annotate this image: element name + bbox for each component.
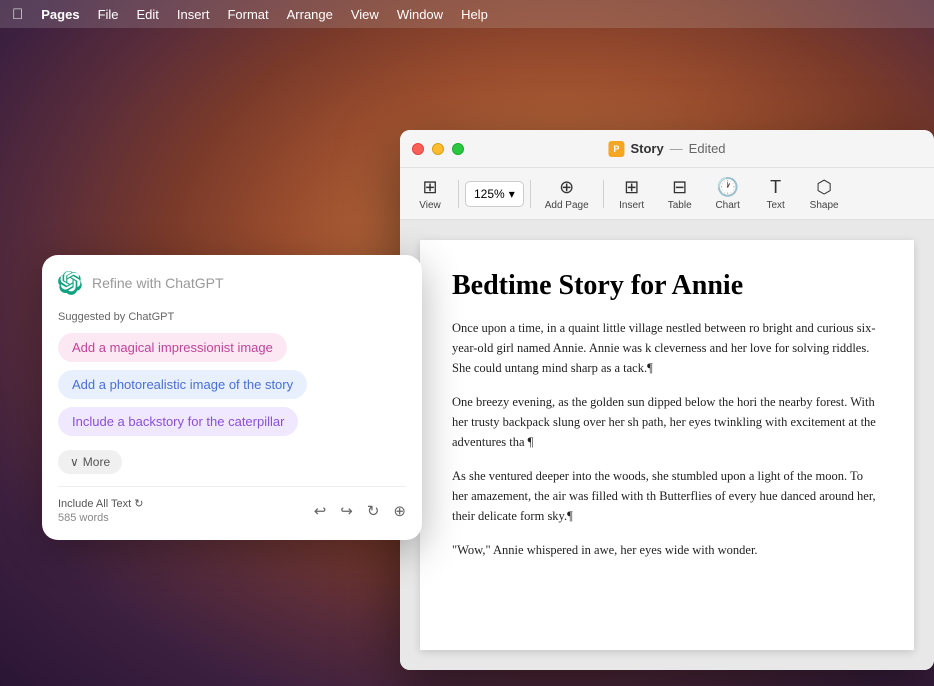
edited-status: Edited: [689, 141, 726, 156]
table-button[interactable]: ⊟ Table: [658, 173, 702, 215]
table-icon: ⊟: [672, 177, 687, 198]
zoom-button[interactable]: 125% ▾: [465, 181, 524, 207]
more-suggestions-button[interactable]: ∨ More: [58, 450, 122, 474]
toolbar-divider-3: [603, 180, 604, 208]
include-all-text[interactable]: Include All Text ↻: [58, 497, 143, 510]
window-titlebar: P Story — Edited: [400, 130, 934, 168]
suggestion-pill-3[interactable]: Include a backstory for the caterpillar: [58, 407, 298, 436]
chevron-down-icon: ∨: [70, 455, 79, 469]
menubar-format[interactable]: Format: [227, 7, 268, 22]
add-page-icon: ⊕: [559, 177, 574, 198]
window-title: P Story — Edited: [608, 141, 725, 157]
maximize-button[interactable]: [452, 143, 464, 155]
add-page-label: Add Page: [545, 200, 589, 211]
refresh-icon[interactable]: ↻: [367, 502, 380, 520]
paragraph-3: As she ventured deeper into the woods, s…: [452, 466, 882, 526]
chart-button[interactable]: 🕐 Chart: [706, 173, 750, 215]
zoom-value: 125%: [474, 187, 505, 201]
apple-menu-icon[interactable]: : [12, 6, 23, 23]
document-heading: Bedtime Story for Annie: [452, 270, 882, 302]
toolbar: ⊞ View 125% ▾ ⊕ Add Page ⊞ Insert ⊟ Tabl…: [400, 168, 934, 220]
toolbar-divider-1: [458, 180, 459, 208]
document-page: Bedtime Story for Annie Once upon a time…: [420, 240, 914, 650]
close-button[interactable]: [412, 143, 424, 155]
menubar-help[interactable]: Help: [461, 7, 488, 22]
menubar-pages[interactable]: Pages: [41, 7, 79, 22]
pages-window: P Story — Edited ⊞ View 125% ▾ ⊕ Add Pag…: [400, 130, 934, 670]
menubar-file[interactable]: File: [98, 7, 119, 22]
suggestions-label: Suggested by ChatGPT: [58, 311, 406, 323]
zoom-chevron-icon: ▾: [509, 187, 515, 201]
traffic-lights: [412, 143, 464, 155]
shape-button[interactable]: ⬡ Shape: [802, 173, 847, 215]
toolbar-divider-2: [530, 180, 531, 208]
panel-footer: Include All Text ↻ 585 words ↩ ↪ ↻ ⊕: [58, 486, 406, 524]
story-doc-icon: P: [608, 141, 624, 157]
view-icon: ⊞: [422, 177, 437, 198]
menubar-view[interactable]: View: [351, 7, 379, 22]
menubar:  Pages File Edit Insert Format Arrange …: [0, 0, 934, 28]
text-label: Text: [767, 200, 785, 211]
insert-icon: ⊞: [624, 177, 639, 198]
text-button[interactable]: T Text: [754, 173, 798, 215]
title-separator: —: [670, 141, 683, 156]
word-count: 585 words: [58, 512, 143, 524]
chatgpt-input-row: [58, 271, 406, 295]
document-area: Bedtime Story for Annie Once upon a time…: [400, 220, 934, 670]
chart-icon: 🕐: [716, 177, 738, 198]
insert-label: Insert: [619, 200, 644, 211]
paragraph-4: "Wow," Annie whispered in awe, her eyes …: [452, 540, 882, 560]
add-page-button[interactable]: ⊕ Add Page: [537, 173, 597, 215]
shape-icon: ⬡: [816, 177, 832, 198]
menubar-window[interactable]: Window: [397, 7, 443, 22]
view-label: View: [419, 200, 441, 211]
menubar-arrange[interactable]: Arrange: [287, 7, 333, 22]
insert-button[interactable]: ⊞ Insert: [610, 173, 654, 215]
paragraph-2: One breezy evening, as the golden sun di…: [452, 392, 882, 452]
suggestion-pills: Add a magical impressionist image Add a …: [58, 333, 406, 436]
chart-label: Chart: [715, 200, 739, 211]
undo-icon[interactable]: ↩: [314, 502, 327, 520]
text-icon: T: [770, 177, 781, 198]
table-label: Table: [668, 200, 692, 211]
chatgpt-logo-icon: [58, 271, 82, 295]
paragraph-1: Once upon a time, in a quaint little vil…: [452, 318, 882, 378]
chatgpt-panel: Suggested by ChatGPT Add a magical impre…: [42, 255, 422, 540]
shape-label: Shape: [810, 200, 839, 211]
chatgpt-refine-input[interactable]: [92, 275, 406, 291]
footer-actions: ↩ ↪ ↻ ⊕: [314, 502, 406, 520]
suggestion-pill-1[interactable]: Add a magical impressionist image: [58, 333, 287, 362]
add-icon[interactable]: ⊕: [393, 502, 406, 520]
minimize-button[interactable]: [432, 143, 444, 155]
menubar-edit[interactable]: Edit: [137, 7, 159, 22]
view-button[interactable]: ⊞ View: [408, 173, 452, 215]
footer-info: Include All Text ↻ 585 words: [58, 497, 143, 524]
menubar-insert[interactable]: Insert: [177, 7, 210, 22]
more-label: More: [83, 455, 110, 469]
redo-icon[interactable]: ↪: [340, 502, 353, 520]
document-title-label: Story: [630, 141, 663, 156]
suggestion-pill-2[interactable]: Add a photorealistic image of the story: [58, 370, 307, 399]
